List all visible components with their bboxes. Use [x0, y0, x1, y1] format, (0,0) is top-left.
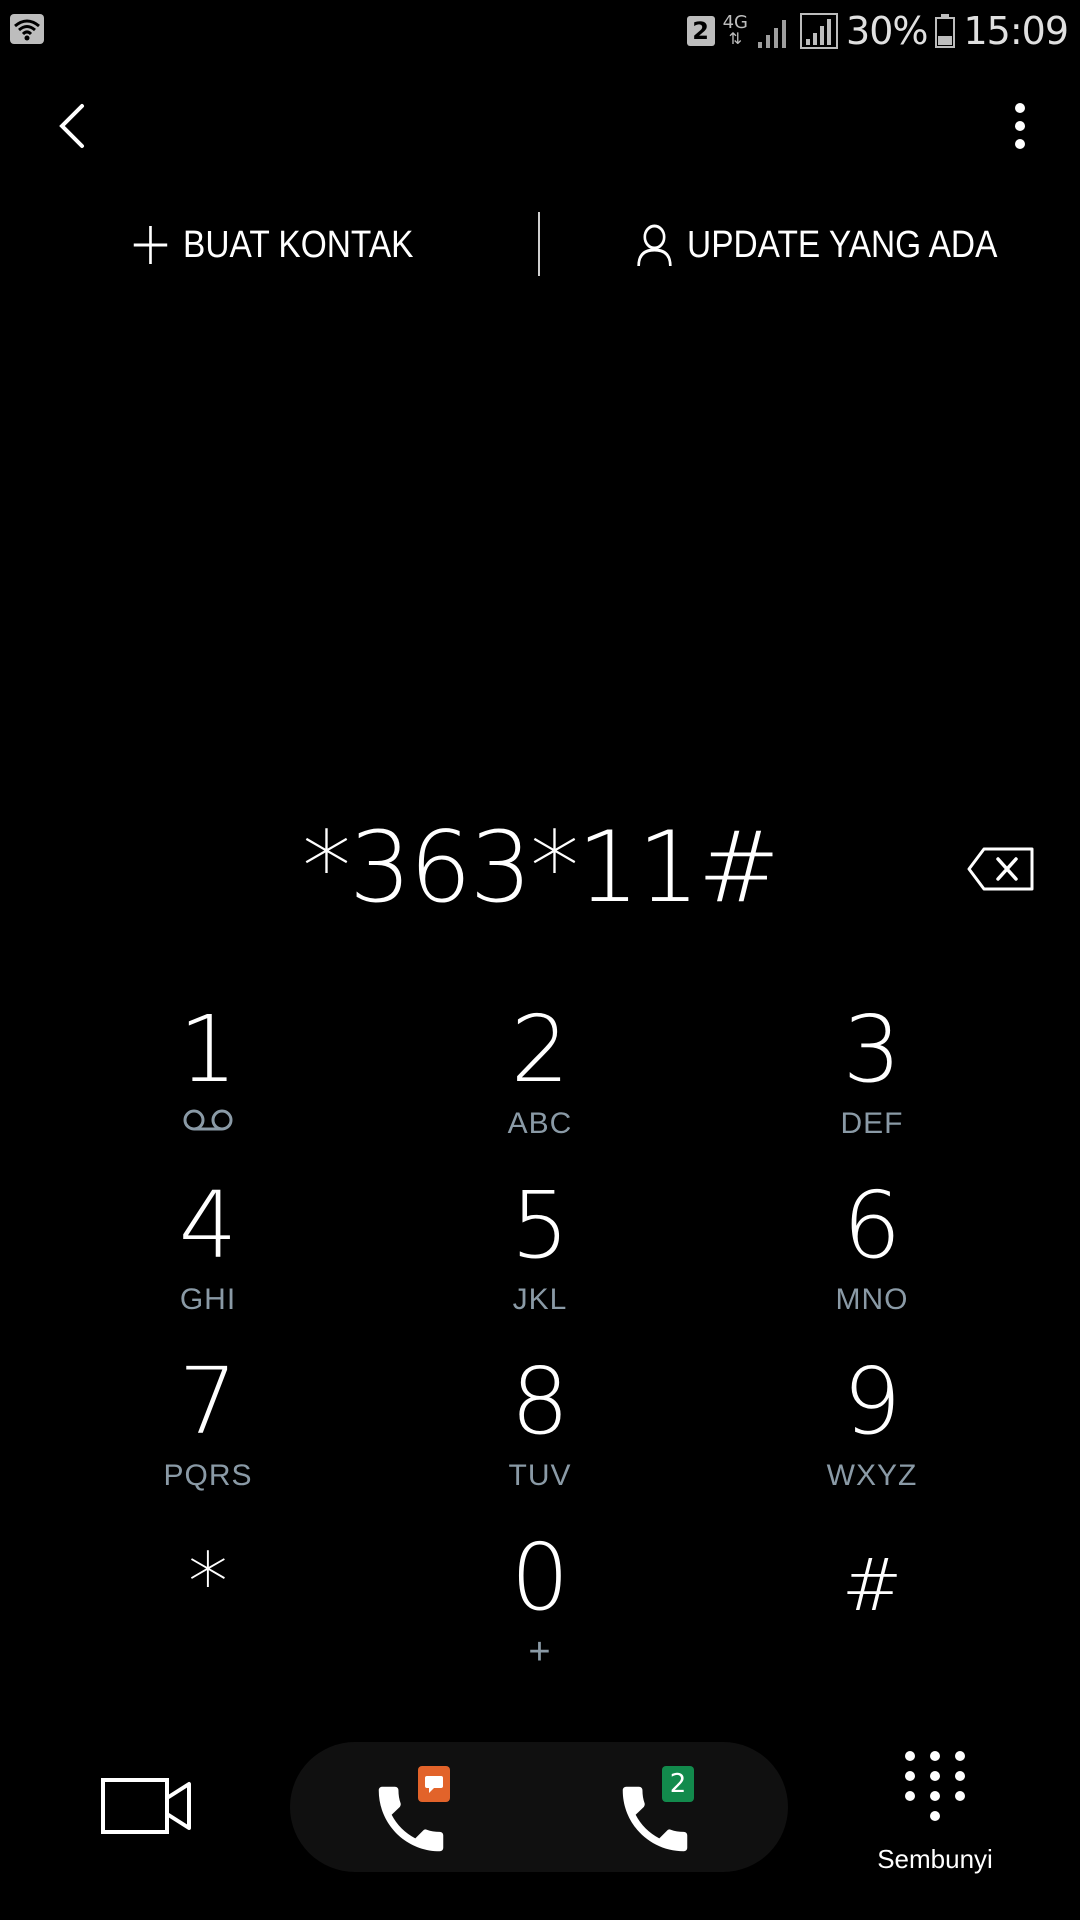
key-digit: 8 — [510, 1348, 570, 1455]
key-digit: 2 — [510, 996, 570, 1103]
video-camera-icon — [101, 1778, 191, 1834]
battery-percent: 30% — [846, 9, 928, 53]
network-type: 4G ⇅ — [722, 12, 749, 48]
update-existing-button[interactable]: UPDATE YANG ADA — [636, 210, 997, 280]
key-letters: MNO — [835, 1283, 909, 1316]
dialed-number[interactable]: *363*11# — [160, 808, 920, 928]
key-letters: ABC — [507, 1107, 573, 1140]
clock: 15:09 — [963, 9, 1069, 53]
backspace-icon — [967, 847, 1034, 891]
more-vertical-icon — [1015, 103, 1025, 149]
more-options-button[interactable] — [1000, 96, 1040, 156]
status-bar: 2 4G ⇅ 30% 15:09 — [0, 0, 1080, 62]
sim2-badge: 2 — [662, 1766, 694, 1802]
sim1-message-icon — [418, 1766, 450, 1802]
key-letters: PQRS — [163, 1459, 253, 1492]
key-digit: 0 — [510, 1524, 570, 1631]
update-existing-label: UPDATE YANG ADA — [687, 223, 998, 266]
contact-person-icon — [637, 224, 672, 267]
create-contact-button[interactable]: BUAT KONTAK — [132, 210, 413, 280]
back-button[interactable] — [48, 96, 98, 156]
key-1[interactable]: 1 — [88, 1000, 328, 1160]
key-0[interactable]: 0 + — [420, 1528, 660, 1688]
backspace-button[interactable] — [966, 846, 1036, 892]
data-arrows-icon: ⇅ — [728, 29, 743, 48]
key-6[interactable]: 6 MNO — [752, 1176, 992, 1336]
voicemail-icon — [183, 1109, 233, 1131]
key-digit: 9 — [842, 1348, 902, 1455]
key-letters: DEF — [840, 1107, 904, 1140]
key-letters: + — [528, 1631, 552, 1673]
key-digit: 4 — [178, 1172, 238, 1279]
key-7[interactable]: 7 PQRS — [88, 1352, 328, 1512]
key-3[interactable]: 3 DEF — [752, 1000, 992, 1160]
key-digit: 1 — [178, 996, 238, 1103]
divider — [538, 212, 540, 276]
key-digit: 5 — [510, 1172, 570, 1279]
dialpad-icon — [905, 1751, 965, 1821]
contact-actions: BUAT KONTAK UPDATE YANG ADA — [0, 210, 1080, 280]
chevron-left-icon — [59, 104, 84, 148]
key-letters: WXYZ — [826, 1459, 918, 1492]
key-letters: TUV — [508, 1459, 572, 1492]
key-4[interactable]: 4 GHI — [88, 1176, 328, 1336]
hide-keypad-button[interactable]: Sembunyi — [870, 1748, 1000, 1878]
signal-icon — [758, 20, 787, 48]
video-call-button[interactable] — [100, 1774, 192, 1838]
hide-keypad-label: Sembunyi — [877, 1844, 993, 1874]
key-2[interactable]: 2 ABC — [420, 1000, 660, 1160]
status-icons: 2 4G ⇅ 30% 15:09 — [686, 6, 1069, 56]
key-digit: 6 — [842, 1172, 902, 1279]
signal-icon — [800, 13, 839, 49]
create-contact-label: BUAT KONTAK — [183, 223, 414, 266]
key-9[interactable]: 9 WXYZ — [752, 1352, 992, 1512]
wifi-icon — [10, 14, 44, 49]
call-buttons: 2 — [290, 1742, 788, 1872]
key-digit: * — [188, 1536, 228, 1629]
key-digit: # — [841, 1543, 903, 1627]
key-digit: 7 — [178, 1348, 238, 1455]
battery-icon — [935, 14, 956, 48]
sim-badge: 2 — [686, 16, 715, 46]
key-5[interactable]: 5 JKL — [420, 1176, 660, 1336]
key-letters: JKL — [512, 1283, 568, 1316]
key-8[interactable]: 8 TUV — [420, 1352, 660, 1512]
call-sim1-button[interactable] — [368, 1766, 468, 1862]
plus-icon — [133, 226, 168, 264]
key-letters: GHI — [179, 1283, 237, 1316]
key-star[interactable]: * — [88, 1528, 328, 1688]
call-sim2-button[interactable]: 2 — [618, 1766, 718, 1862]
key-hash[interactable]: # — [752, 1528, 992, 1688]
key-digit: 3 — [842, 996, 902, 1103]
